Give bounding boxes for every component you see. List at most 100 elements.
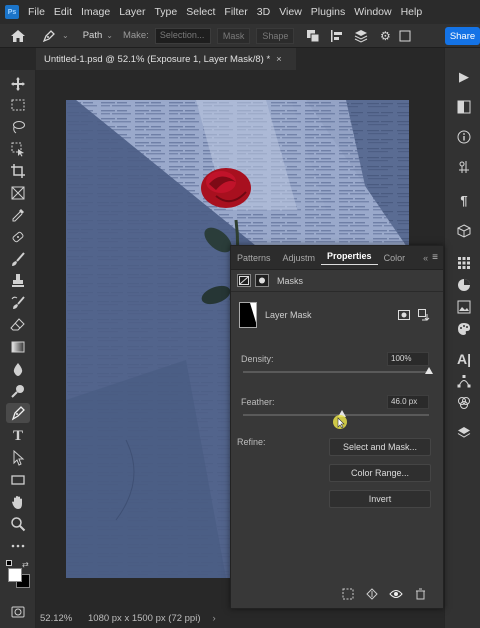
dodge-tool-icon[interactable] — [6, 381, 30, 401]
layers-icon[interactable] — [455, 424, 473, 442]
healing-brush-tool-icon[interactable] — [6, 227, 30, 247]
tab-adjustments[interactable]: Adjustm — [277, 253, 322, 263]
histogram-icon[interactable] — [455, 98, 473, 116]
invert-button[interactable]: Invert — [329, 490, 431, 508]
lasso-tool-icon[interactable] — [6, 117, 30, 137]
menu-file[interactable]: File — [28, 6, 45, 18]
document-tab[interactable]: Untitled-1.psd @ 52.1% (Exposure 1, Laye… — [36, 48, 296, 70]
close-icon[interactable]: × — [276, 54, 282, 65]
play-icon[interactable]: ▶ — [455, 68, 473, 86]
palette-icon[interactable] — [455, 320, 473, 338]
make-shape-button[interactable]: Shape — [256, 27, 295, 44]
rectangle-tool-icon[interactable] — [6, 470, 30, 490]
layer-mask-label: Layer Mask — [265, 310, 312, 320]
menu-type[interactable]: Type — [154, 6, 177, 18]
channels-icon[interactable] — [455, 394, 473, 412]
layer-mask-row: Layer Mask — [239, 301, 435, 329]
color-wheel-icon[interactable] — [455, 276, 473, 294]
pen-tool-preset-icon[interactable] — [36, 29, 62, 43]
image-gallery-icon[interactable] — [455, 298, 473, 316]
refine-label: Refine: — [237, 437, 266, 447]
select-mask-icon[interactable] — [397, 308, 411, 322]
menu-3d[interactable]: 3D — [257, 6, 270, 18]
menu-view[interactable]: View — [279, 6, 302, 18]
menu-edit[interactable]: Edit — [54, 6, 72, 18]
load-selection-icon[interactable] — [341, 587, 355, 601]
density-value[interactable]: 100% — [387, 352, 429, 366]
make-selection-button[interactable]: Selection... — [154, 27, 211, 44]
quick-mask-icon[interactable] — [6, 602, 30, 622]
frame-tool-icon[interactable] — [6, 183, 30, 203]
eyedropper-tool-icon[interactable] — [6, 205, 30, 225]
crop-tool-icon[interactable] — [6, 161, 30, 181]
rubber-band-icon[interactable] — [398, 30, 412, 42]
menu-plugins[interactable]: Plugins — [311, 6, 345, 18]
blur-tool-icon[interactable] — [6, 359, 30, 379]
paragraph-icon[interactable]: ¶ — [455, 191, 473, 209]
path-selection-tool-icon[interactable] — [6, 448, 30, 468]
document-tab-bar: Untitled-1.psd @ 52.1% (Exposure 1, Laye… — [36, 48, 444, 70]
menu-filter[interactable]: Filter — [224, 6, 247, 18]
chevron-down-icon[interactable]: ⌄ — [106, 31, 113, 40]
apply-mask-icon[interactable] — [417, 308, 431, 322]
apply-mask-footer-icon[interactable] — [365, 587, 379, 601]
character-icon[interactable]: A| — [455, 350, 473, 368]
panel-menu-icon[interactable]: ≡ — [432, 252, 438, 263]
share-button[interactable]: Share — [445, 27, 480, 45]
tab-color[interactable]: Color — [378, 253, 412, 263]
menu-image[interactable]: Image — [81, 6, 110, 18]
path-alignment-icon[interactable] — [328, 29, 346, 43]
pen-mode-select[interactable]: Path — [83, 30, 103, 41]
make-label: Make: — [122, 30, 149, 41]
color-swatches[interactable]: ⇄ — [6, 560, 32, 590]
gear-icon[interactable]: ⚙ — [376, 29, 394, 43]
density-slider[interactable] — [243, 371, 429, 373]
tools-panel: T ⇄ — [0, 70, 36, 628]
edit-toolbar-icon[interactable] — [6, 536, 30, 556]
chevron-down-icon[interactable]: ⌄ — [62, 31, 69, 40]
hand-tool-icon[interactable] — [6, 492, 30, 512]
collapse-panel-icon[interactable]: « — [423, 253, 428, 263]
menu-layer[interactable]: Layer — [119, 6, 145, 18]
paths-icon[interactable] — [455, 372, 473, 390]
swap-colors-icon[interactable]: ⇄ — [22, 560, 29, 569]
home-icon[interactable] — [0, 29, 36, 43]
pixel-mask-icon[interactable] — [237, 274, 251, 287]
marquee-tool-icon[interactable] — [6, 95, 30, 115]
color-range-button[interactable]: Color Range... — [329, 464, 431, 482]
object-selection-tool-icon[interactable] — [6, 139, 30, 159]
tab-patterns[interactable]: Patterns — [231, 253, 277, 263]
clone-stamp-tool-icon[interactable] — [6, 271, 30, 291]
3d-cube-icon[interactable] — [455, 222, 473, 240]
pen-tool-icon[interactable] — [6, 403, 30, 423]
document-tab-title: Untitled-1.psd @ 52.1% (Exposure 1, Laye… — [44, 54, 271, 65]
panel-dock: ▶ ¶ A| — [444, 48, 480, 628]
trash-icon[interactable] — [413, 587, 427, 601]
zoom-tool-icon[interactable] — [6, 514, 30, 534]
vector-mask-icon[interactable] — [255, 274, 269, 287]
type-tool-icon[interactable]: T — [6, 426, 30, 446]
make-mask-button[interactable]: Mask — [216, 27, 251, 44]
gradient-tool-icon[interactable] — [6, 337, 30, 357]
foreground-color-swatch[interactable] — [8, 568, 22, 582]
zoom-level[interactable]: 52.12% — [40, 613, 86, 624]
eraser-tool-icon[interactable] — [6, 315, 30, 335]
move-tool-icon[interactable] — [6, 74, 30, 94]
tab-properties[interactable]: Properties — [321, 251, 378, 265]
chevron-right-icon[interactable]: › — [213, 613, 216, 624]
menu-window[interactable]: Window — [354, 6, 391, 18]
eye-icon[interactable] — [389, 587, 403, 601]
feather-value[interactable]: 46.0 px — [387, 395, 429, 409]
path-arrangement-icon[interactable] — [352, 29, 370, 43]
density-slider-thumb[interactable] — [425, 367, 433, 374]
adjustments-icon[interactable] — [455, 158, 473, 176]
menu-help[interactable]: Help — [401, 6, 423, 18]
info-icon[interactable] — [455, 128, 473, 146]
menu-select[interactable]: Select — [186, 6, 215, 18]
select-and-mask-button[interactable]: Select and Mask... — [329, 438, 431, 456]
swatches-grid-icon[interactable] — [455, 254, 473, 272]
path-operations-icon[interactable] — [304, 29, 322, 43]
history-brush-tool-icon[interactable] — [6, 293, 30, 313]
default-colors-icon[interactable] — [6, 560, 12, 566]
brush-tool-icon[interactable] — [6, 249, 30, 269]
